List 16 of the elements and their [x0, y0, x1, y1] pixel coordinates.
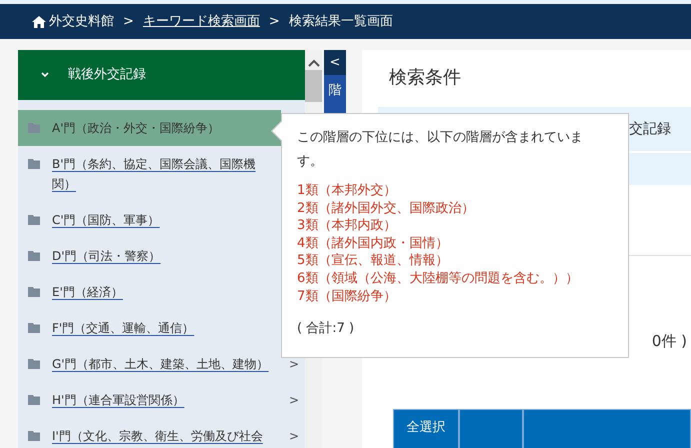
tooltip-item: 5類（宣伝、報道、情報）: [297, 252, 450, 270]
breadcrumb-current: 検索結果一覧画面: [288, 12, 393, 31]
tooltip-text: この階層の下位には、以下の階層が含まれています。: [297, 129, 584, 171]
section-title: 検索条件: [389, 66, 462, 90]
tooltip-item: 3類（本邦内政）: [297, 217, 398, 235]
tooltip-item: 1類（本邦外交）: [297, 182, 398, 200]
breadcrumb-separator: >: [123, 12, 134, 31]
sidebar-title: 戦後外交記録: [68, 66, 146, 84]
breadcrumb-separator: >: [268, 12, 280, 31]
tooltip-total: ( 合計:7 ): [297, 320, 356, 338]
tooltip-item: 4類（諸外国内政・国情）: [297, 234, 450, 252]
condition-value: 交記録: [629, 120, 671, 138]
tooltip-item: 6類（領域（公海、大陸棚等の問題を含む。））: [297, 270, 580, 288]
tooltip-item: 7類（国際紛争）: [297, 288, 398, 306]
tooltip-item: 2類（諸外国外交、国際政治）: [297, 200, 476, 218]
result-count: 0件 ): [650, 331, 687, 352]
